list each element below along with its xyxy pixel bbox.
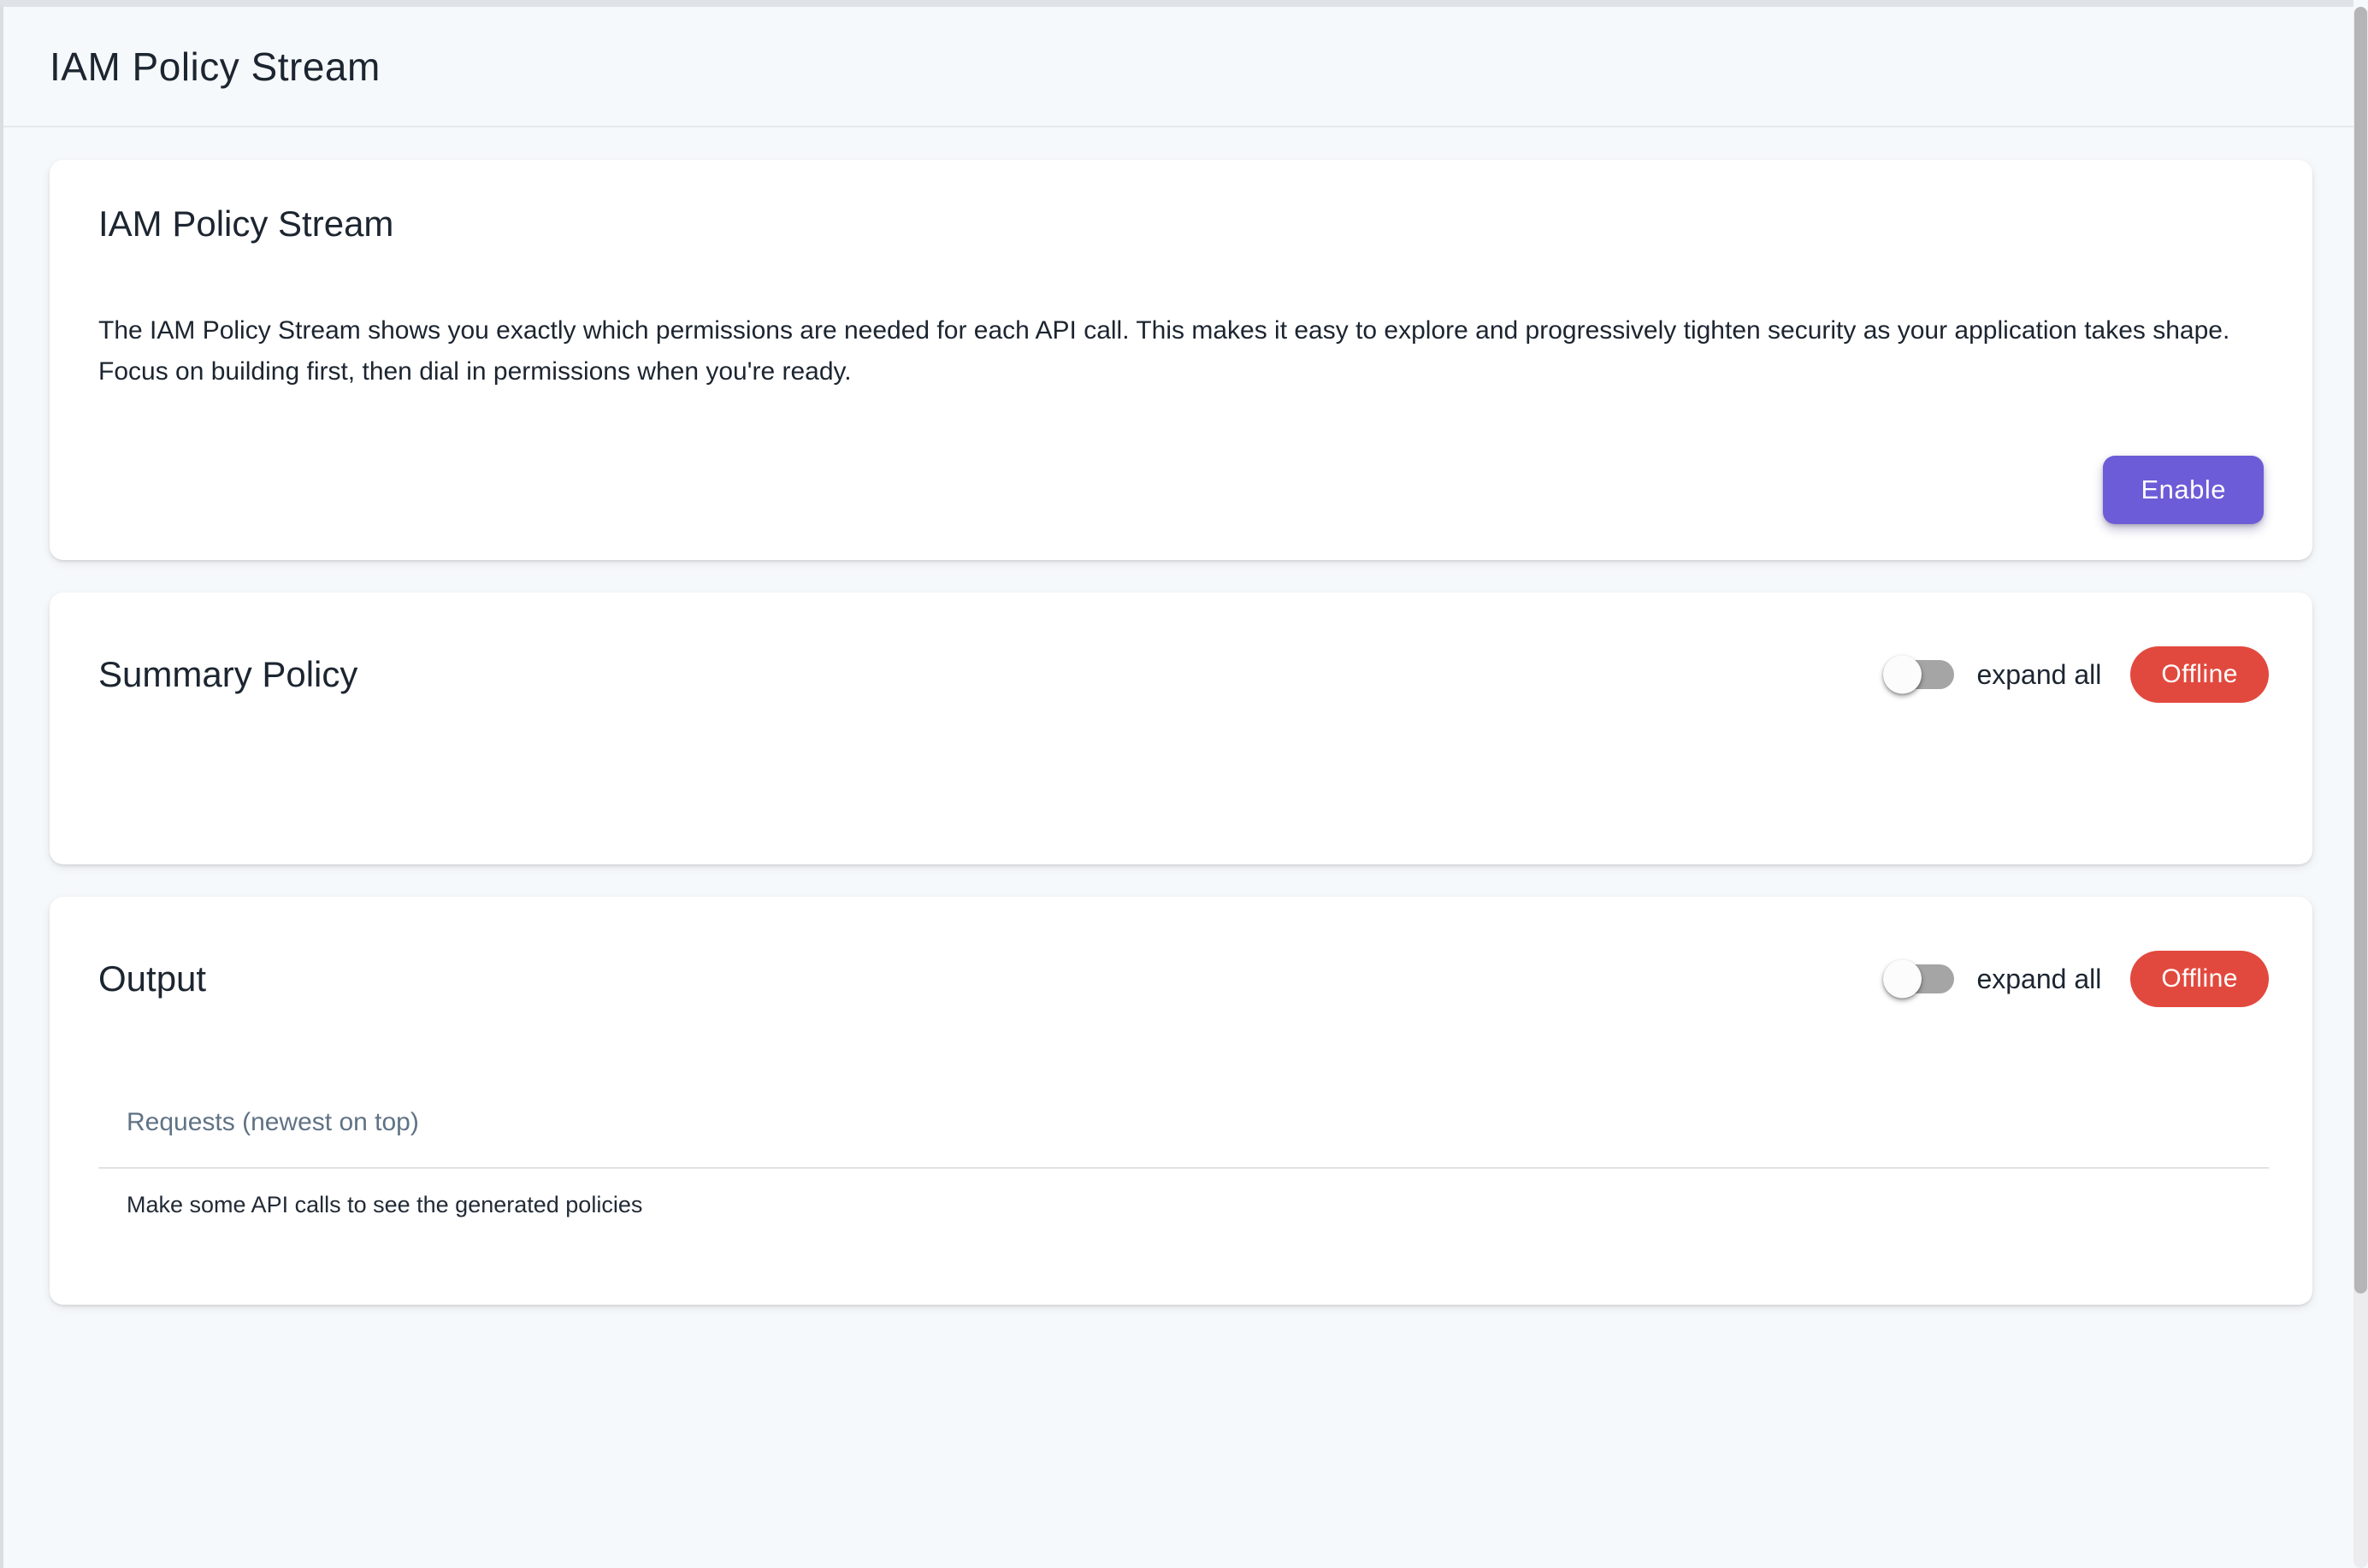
page-header: IAM Policy Stream bbox=[3, 7, 2353, 127]
browser-top-edge bbox=[0, 0, 2353, 7]
summary-policy-header-row: Summary Policy expand all Offline bbox=[98, 640, 2269, 709]
intro-card-description: The IAM Policy Stream shows you exactly … bbox=[98, 310, 2264, 392]
output-status-badge-offline: Offline bbox=[2130, 951, 2269, 1007]
summary-policy-card: Summary Policy expand all Offline bbox=[50, 592, 2312, 864]
enable-button[interactable]: Enable bbox=[2103, 456, 2264, 524]
toggle-knob bbox=[1883, 656, 1922, 694]
intro-card-heading: IAM Policy Stream bbox=[98, 203, 2264, 245]
output-expand-all-label: expand all bbox=[1976, 964, 2101, 995]
scrollbar-track[interactable] bbox=[2353, 7, 2368, 1568]
scrollbar-thumb[interactable] bbox=[2354, 7, 2367, 1294]
output-card: Output expand all Offline Requests (newe… bbox=[50, 897, 2312, 1305]
summary-policy-controls: expand all Offline bbox=[1883, 646, 2269, 703]
requests-empty-message: Make some API calls to see the generated… bbox=[98, 1169, 2269, 1241]
output-header-row: Output expand all Offline bbox=[98, 945, 2269, 1013]
main-content: IAM Policy Stream The IAM Policy Stream … bbox=[3, 129, 2353, 1568]
output-heading: Output bbox=[98, 958, 206, 1000]
page-title: IAM Policy Stream bbox=[50, 44, 381, 90]
summary-status-badge-offline: Offline bbox=[2130, 646, 2269, 703]
output-controls: expand all Offline bbox=[1883, 951, 2269, 1007]
summary-expand-all-label: expand all bbox=[1976, 659, 2101, 691]
intro-card: IAM Policy Stream The IAM Policy Stream … bbox=[50, 160, 2312, 560]
output-expand-all-toggle[interactable] bbox=[1883, 964, 1954, 993]
toggle-knob bbox=[1883, 960, 1922, 999]
summary-policy-heading: Summary Policy bbox=[98, 653, 357, 696]
summary-expand-all-toggle[interactable] bbox=[1883, 660, 1954, 689]
requests-table: Requests (newest on top) Make some API c… bbox=[98, 1056, 2269, 1241]
requests-table-header: Requests (newest on top) bbox=[98, 1056, 2269, 1169]
intro-card-actions: Enable bbox=[98, 456, 2264, 524]
